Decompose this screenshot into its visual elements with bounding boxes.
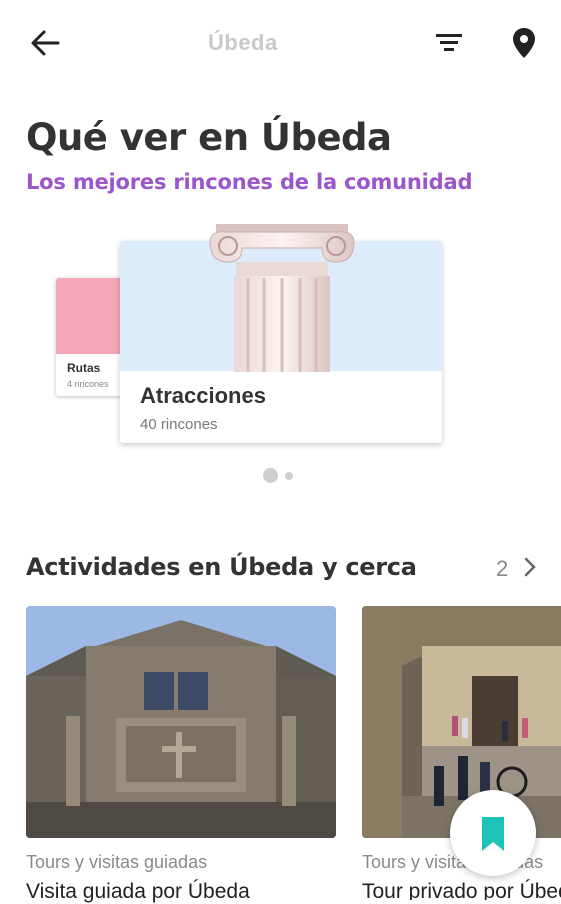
pager-dot-1[interactable] <box>263 468 278 483</box>
activity-name: Tour privado por Úbeda <box>362 880 561 900</box>
page-title: Qué ver en Úbeda <box>26 116 392 159</box>
bookmark-icon <box>482 817 504 851</box>
activities-section-title: Actividades en Úbeda y cerca <box>26 553 417 581</box>
category-card-count: 4 rincones <box>67 379 109 389</box>
category-card-rutas[interactable]: Rutas 4 rincones <box>56 278 126 396</box>
page-subtitle: Los mejores rincones de la comunidad <box>26 170 473 194</box>
ionic-column-image <box>209 224 355 372</box>
bookmark-fab[interactable] <box>450 790 536 876</box>
chevron-right-icon <box>524 557 536 577</box>
activity-category: Tours y visitas guiadas <box>26 852 208 872</box>
top-bar-title: Úbeda <box>208 30 278 55</box>
activity-photo <box>26 606 336 838</box>
category-card-image <box>56 278 126 354</box>
category-card-title: Rutas <box>67 361 101 375</box>
map-pin-icon <box>513 28 535 58</box>
map-button[interactable] <box>509 26 539 60</box>
back-button[interactable] <box>28 26 62 60</box>
category-card-title: Atracciones <box>140 383 266 408</box>
arrow-left-icon <box>31 30 60 56</box>
activities-count: 2 <box>496 556 509 581</box>
pager-dot-2[interactable] <box>285 472 293 480</box>
category-card-count: 40 rincones <box>140 416 218 433</box>
filter-icon <box>436 34 462 51</box>
filter-button[interactable] <box>434 28 464 58</box>
top-app-bar: Úbeda <box>0 0 561 88</box>
activity-name: Visita guiada por Úbeda <box>26 880 250 903</box>
